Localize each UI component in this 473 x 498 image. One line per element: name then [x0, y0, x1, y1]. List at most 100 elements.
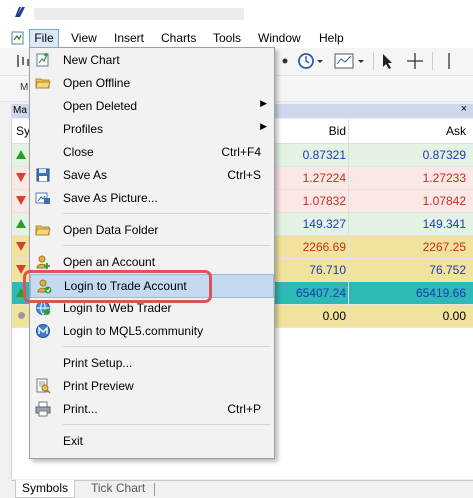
app-logo-icon [15, 7, 25, 17]
clock-icon[interactable] [297, 52, 327, 70]
indicators-icon[interactable] [334, 52, 368, 70]
submenu-arrow-icon: ▶ [260, 121, 267, 131]
crosshair-icon[interactable] [406, 52, 424, 70]
column-divider [348, 167, 349, 189]
floppy-icon [36, 168, 50, 182]
printer-icon [35, 401, 51, 417]
menu-charts[interactable]: Charts [161, 31, 196, 45]
menu-item-label: Open Data Folder [63, 223, 159, 237]
file-menu: New Chart Open Offline Open Deleted ▶ Pr… [29, 47, 275, 459]
window-title-blurred [34, 8, 244, 20]
column-divider [348, 144, 349, 166]
menu-file[interactable]: File [29, 29, 59, 48]
column-divider [348, 236, 349, 258]
title-bar [0, 0, 473, 28]
menu-separator [63, 346, 271, 347]
ask-value: 1.27233 [422, 171, 466, 185]
menu-view[interactable]: View [71, 31, 97, 45]
arrow-down-icon [16, 173, 26, 182]
menu-bar: File View Insert Charts Tools Window Hel… [0, 28, 473, 48]
menu-insert[interactable]: Insert [114, 31, 144, 45]
column-divider [348, 190, 349, 212]
column-header-ask[interactable]: Ask [408, 124, 466, 138]
folder-icon [35, 225, 51, 236]
print-preview-icon [36, 378, 51, 394]
menu-item-label: Save As [63, 168, 108, 182]
menu-item-label: Exit [63, 434, 84, 448]
column-divider [348, 259, 349, 281]
menu-separator [63, 424, 271, 425]
annotation-highlight-box [23, 270, 212, 303]
arrow-up-icon [16, 150, 26, 159]
menu-item-new-chart[interactable]: New Chart [30, 49, 274, 71]
ask-value: 2267.25 [422, 240, 466, 254]
column-divider[interactable] [348, 119, 349, 143]
column-divider [348, 213, 349, 235]
menu-item-profiles[interactable]: Profiles ▶ [30, 118, 274, 140]
market-watch-title: Ma [13, 105, 27, 116]
menu-item-print[interactable]: Print... Ctrl+P [30, 398, 274, 420]
toolbar-m-label[interactable]: M [20, 82, 28, 93]
menu-item-print-preview[interactable]: Print Preview [30, 375, 274, 397]
menu-item-exit[interactable]: Exit [30, 430, 274, 452]
menu-help[interactable]: Help [319, 31, 344, 45]
toolbar-separator [432, 52, 433, 70]
column-divider [348, 282, 349, 304]
folder-icon [35, 78, 51, 89]
column-divider [348, 305, 349, 327]
menu-item-label: Login to MQL5.community [63, 324, 204, 338]
menu-item-label: New Chart [63, 53, 120, 67]
menu-item-label: Print Setup... [63, 356, 133, 370]
toolbar-chart-icon[interactable] [16, 54, 30, 68]
menu-item-label: Profiles [63, 122, 104, 136]
menu-item-label: Login to Web Trader [63, 301, 172, 315]
ask-value: 1.07842 [422, 194, 466, 208]
submenu-arrow-icon: ▶ [260, 98, 267, 108]
account-icon [36, 255, 50, 269]
menu-item-open-data-folder[interactable]: Open Data Folder [30, 219, 274, 241]
ask-value: 65419.66 [415, 286, 466, 300]
tab-tick-chart[interactable]: Tick Chart [85, 480, 151, 497]
menu-item-save-as[interactable]: Save As Ctrl+S [30, 164, 274, 186]
menu-item-label: Close [63, 145, 94, 159]
tab-symbols[interactable]: Symbols [15, 480, 76, 498]
tab-divider [154, 483, 155, 496]
menu-window[interactable]: Window [258, 31, 301, 45]
cursor-icon[interactable] [380, 52, 396, 70]
bid-value: 76.710 [309, 263, 346, 277]
menu-item-shortcut: Ctrl+F4 [221, 145, 261, 159]
bid-value: 0.87321 [302, 148, 346, 162]
menu-item-open-deleted[interactable]: Open Deleted ▶ [30, 95, 274, 117]
picture-icon [35, 192, 50, 204]
ask-value: 0.00 [442, 309, 466, 323]
vertical-line-icon[interactable] [441, 52, 457, 70]
arrow-down-icon [16, 196, 26, 205]
menu-item-label: Open an Account [63, 255, 156, 269]
bid-value: 149.327 [302, 217, 346, 231]
document-icon[interactable] [10, 30, 26, 46]
menu-tools[interactable]: Tools [213, 31, 241, 45]
new-chart-icon [36, 53, 49, 67]
chevron-down-icon[interactable] [279, 54, 293, 68]
bid-value: 1.07832 [302, 194, 346, 208]
bid-value: 0.00 [322, 309, 346, 323]
menu-separator [63, 213, 271, 214]
menu-item-label: Open Offline [63, 76, 131, 90]
bid-value: 65407.24 [295, 286, 346, 300]
toolbar-separator [373, 52, 374, 70]
column-header-symbol[interactable]: Sy [16, 124, 30, 138]
close-icon[interactable]: × [461, 103, 467, 115]
menu-item-open-offline[interactable]: Open Offline [30, 72, 274, 94]
arrow-down-icon [16, 242, 26, 251]
menu-item-login-mql5[interactable]: Login to MQL5.community [30, 320, 274, 342]
menu-item-save-as-picture[interactable]: Save As Picture... [30, 187, 274, 209]
menu-item-label: Save As Picture... [63, 191, 158, 205]
menu-item-label: Open Deleted [63, 99, 138, 113]
column-header-bid[interactable]: Bid [294, 124, 346, 138]
bid-value: 1.27224 [302, 171, 346, 185]
menu-item-close[interactable]: Close Ctrl+F4 [30, 141, 274, 163]
menu-item-label: Print... [63, 402, 98, 416]
market-watch-tabs: Symbols Tick Chart [11, 480, 473, 498]
menu-item-print-setup[interactable]: Print Setup... [30, 352, 274, 374]
ask-value: 76.752 [429, 263, 466, 277]
